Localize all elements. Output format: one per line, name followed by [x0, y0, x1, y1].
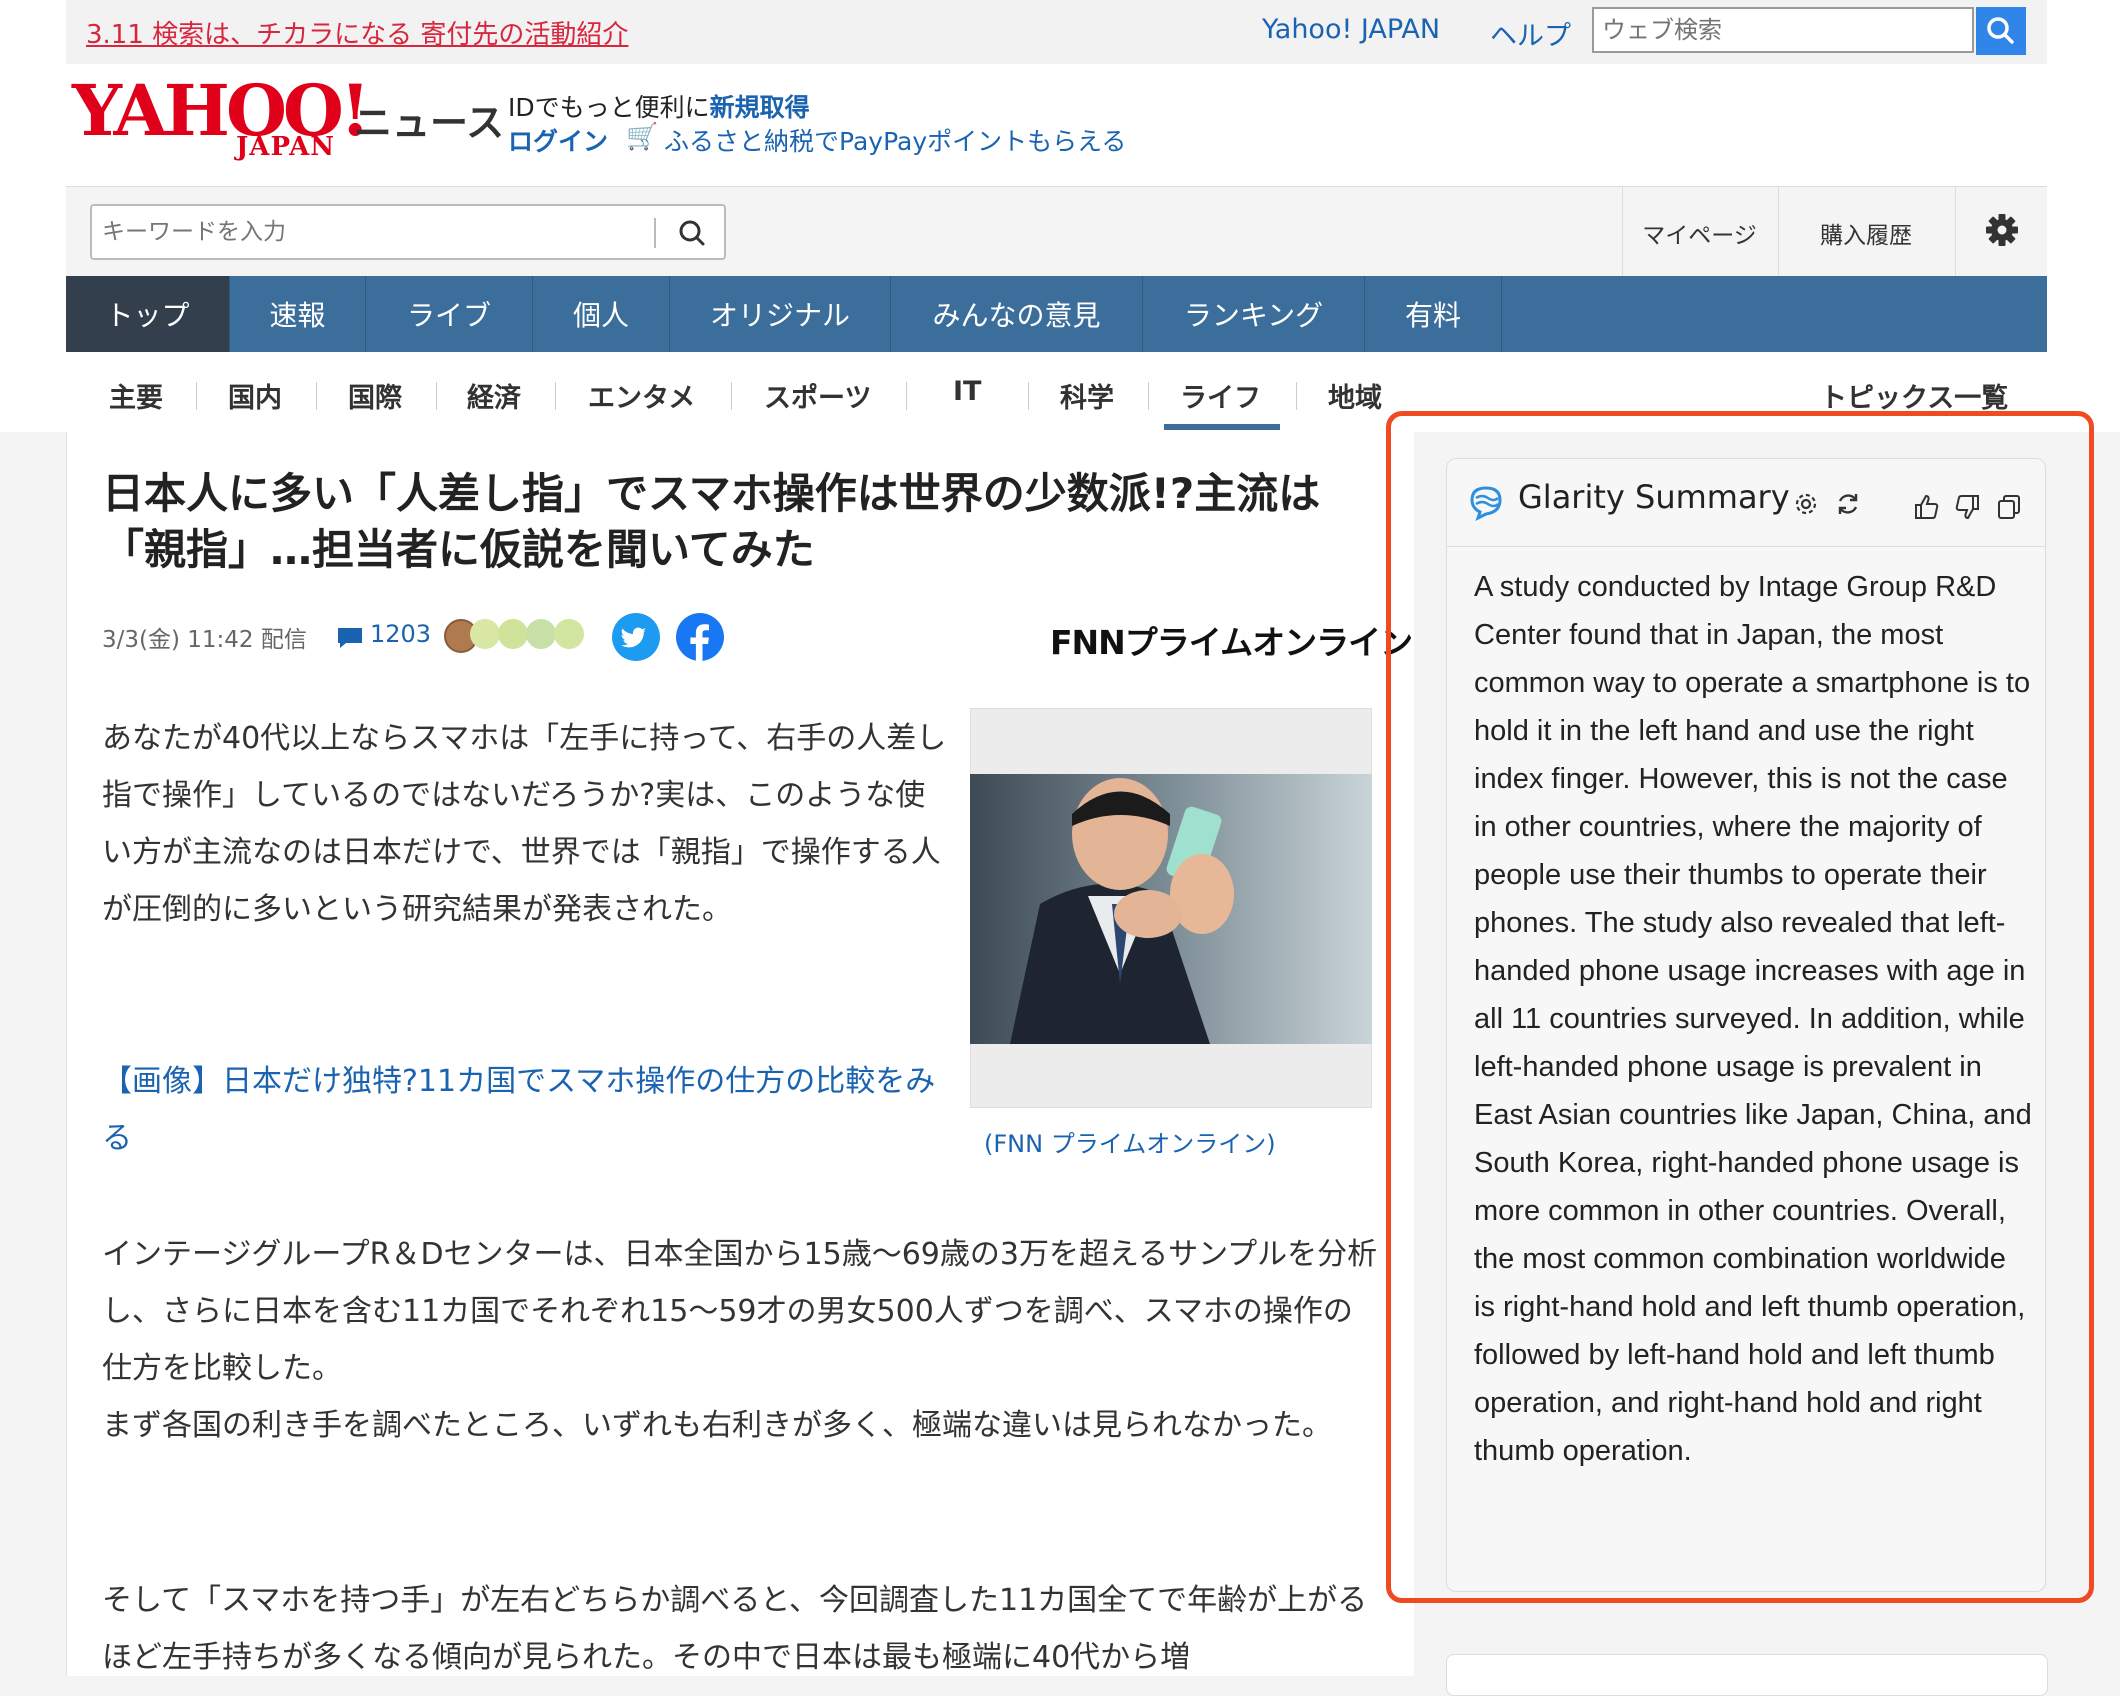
keyword-search-input[interactable]	[90, 204, 726, 260]
subnav-divider	[555, 382, 556, 410]
id-promo-text: IDでもっと便利に	[508, 93, 710, 122]
help-link[interactable]: ヘルプ	[1490, 14, 1571, 53]
nav-tab-opinions[interactable]: みんなの意見	[891, 276, 1143, 352]
article-paragraph: インテージグループR＆Dセンターは、日本全国から15歳〜69歳の3万を超えるサン…	[102, 1237, 1378, 1386]
subnav-divider	[906, 382, 907, 410]
search-icon	[679, 220, 705, 246]
yahoo-logo-japan: JAPAN	[236, 132, 336, 162]
nav-tab-top[interactable]: トップ	[66, 276, 230, 352]
subnav-divider	[1028, 382, 1029, 410]
article-paragraph: そして「スマホを持つ手」が左右どちらか調べると、今回調査した11カ国全てで年齢が…	[102, 1583, 1368, 1675]
search-divider	[654, 218, 656, 248]
article-date: 3/3(金) 11:42 配信	[102, 627, 307, 653]
purchase-history-link[interactable]: 購入履歴	[1778, 216, 1954, 250]
fnn-publisher-logo[interactable]: FNNプライムオンライン	[1050, 616, 1413, 664]
subnav-item-international[interactable]: 国際	[348, 376, 402, 415]
web-search-input[interactable]	[1592, 7, 1974, 53]
subnav-item-region[interactable]: 地域	[1328, 376, 1382, 415]
cart-icon: 🛒	[626, 122, 659, 152]
subnav-divider	[1296, 382, 1297, 410]
subnav-divider	[1148, 382, 1149, 410]
smile-face-icon	[470, 619, 500, 649]
image-caption[interactable]: (FNN プライムオンライン)	[984, 1124, 1276, 1159]
search-icon	[1987, 17, 2014, 44]
login-link[interactable]: ログイン	[508, 122, 608, 158]
mypage-link[interactable]: マイページ	[1622, 216, 1777, 250]
subnav-item-entertainment[interactable]: エンタメ	[588, 376, 695, 415]
article-headline: 日本人に多い「人差し指」でスマホ操作は世界の少数派!?主流は「親指」…担当者に仮…	[102, 469, 1321, 574]
facebook-icon[interactable]	[676, 613, 724, 661]
nav-tab-paid[interactable]: 有料	[1365, 276, 1502, 352]
article-paragraph: まず各国の利き手を調べたところ、いずれも右利きが多く、極端な違いは見られなかった…	[102, 1408, 1332, 1443]
gear-icon[interactable]	[1984, 212, 2020, 248]
keyword-search-button[interactable]	[668, 212, 718, 254]
nav-tab-ranking[interactable]: ランキング	[1143, 276, 1365, 352]
article-body: インテージグループR＆Dセンターは、日本全国から15歳〜69歳の3万を超えるサン…	[102, 1226, 1382, 1454]
subnav-item-life[interactable]: ライフ	[1180, 376, 1261, 415]
subnav-item-main[interactable]: 主要	[109, 376, 163, 415]
nav-tab-individual[interactable]: 個人	[533, 276, 670, 352]
smile-face-icon	[554, 619, 584, 649]
subnav-divider	[196, 382, 197, 410]
subnav-divider	[731, 382, 732, 410]
main-nav: トップ 速報 ライブ 個人 オリジナル みんなの意見 ランキング 有料	[66, 276, 2047, 352]
subnav-divider	[436, 382, 437, 410]
subnav-item-it[interactable]: IT	[953, 376, 981, 407]
web-search-button[interactable]	[1976, 7, 2026, 55]
nav-tab-breaking[interactable]: 速報	[230, 276, 366, 352]
subnav-active-indicator	[1164, 424, 1280, 430]
charity-link[interactable]: 3.11 検索は、チカラになる 寄付先の活動紹介	[86, 14, 628, 51]
topics-all-link[interactable]: トピックス一覧	[1820, 376, 2008, 415]
comment-icon[interactable]	[336, 626, 364, 650]
article-photo[interactable]	[970, 774, 1372, 1044]
nav-tab-original[interactable]: オリジナル	[670, 276, 891, 352]
twitter-icon[interactable]	[612, 613, 660, 661]
image-comparison-link[interactable]: 【画像】日本だけ独特?11カ国でスマホ操作の仕方の比較をみる	[102, 1053, 952, 1167]
subnav-divider	[316, 382, 317, 410]
subnav-item-domestic[interactable]: 国内	[228, 376, 282, 415]
yahoo-japan-link[interactable]: Yahoo! JAPAN	[1262, 14, 1440, 45]
subnav-item-economy[interactable]: 経済	[467, 376, 521, 415]
signup-link[interactable]: 新規取得	[710, 93, 810, 122]
comment-count[interactable]: 1203	[370, 620, 431, 648]
subnav-item-sports[interactable]: スポーツ	[764, 376, 871, 415]
sidebar-next-card[interactable]	[1446, 1654, 2048, 1696]
furusato-link[interactable]: ふるさと納税でPayPayポイントもらえる	[664, 122, 1126, 158]
article-lead: あなたが40代以上ならスマホは「左手に持って、右手の人差し指で操作」しているので…	[102, 721, 947, 927]
subnav-item-science[interactable]: 科学	[1060, 376, 1114, 415]
smile-face-icon	[498, 619, 528, 649]
highlight-frame	[1386, 411, 2094, 1603]
news-service-name[interactable]: ニュース	[354, 92, 504, 147]
id-promo: IDでもっと便利に新規取得	[508, 88, 810, 124]
smile-face-icon	[526, 619, 556, 649]
nav-tab-live[interactable]: ライブ	[366, 276, 533, 352]
